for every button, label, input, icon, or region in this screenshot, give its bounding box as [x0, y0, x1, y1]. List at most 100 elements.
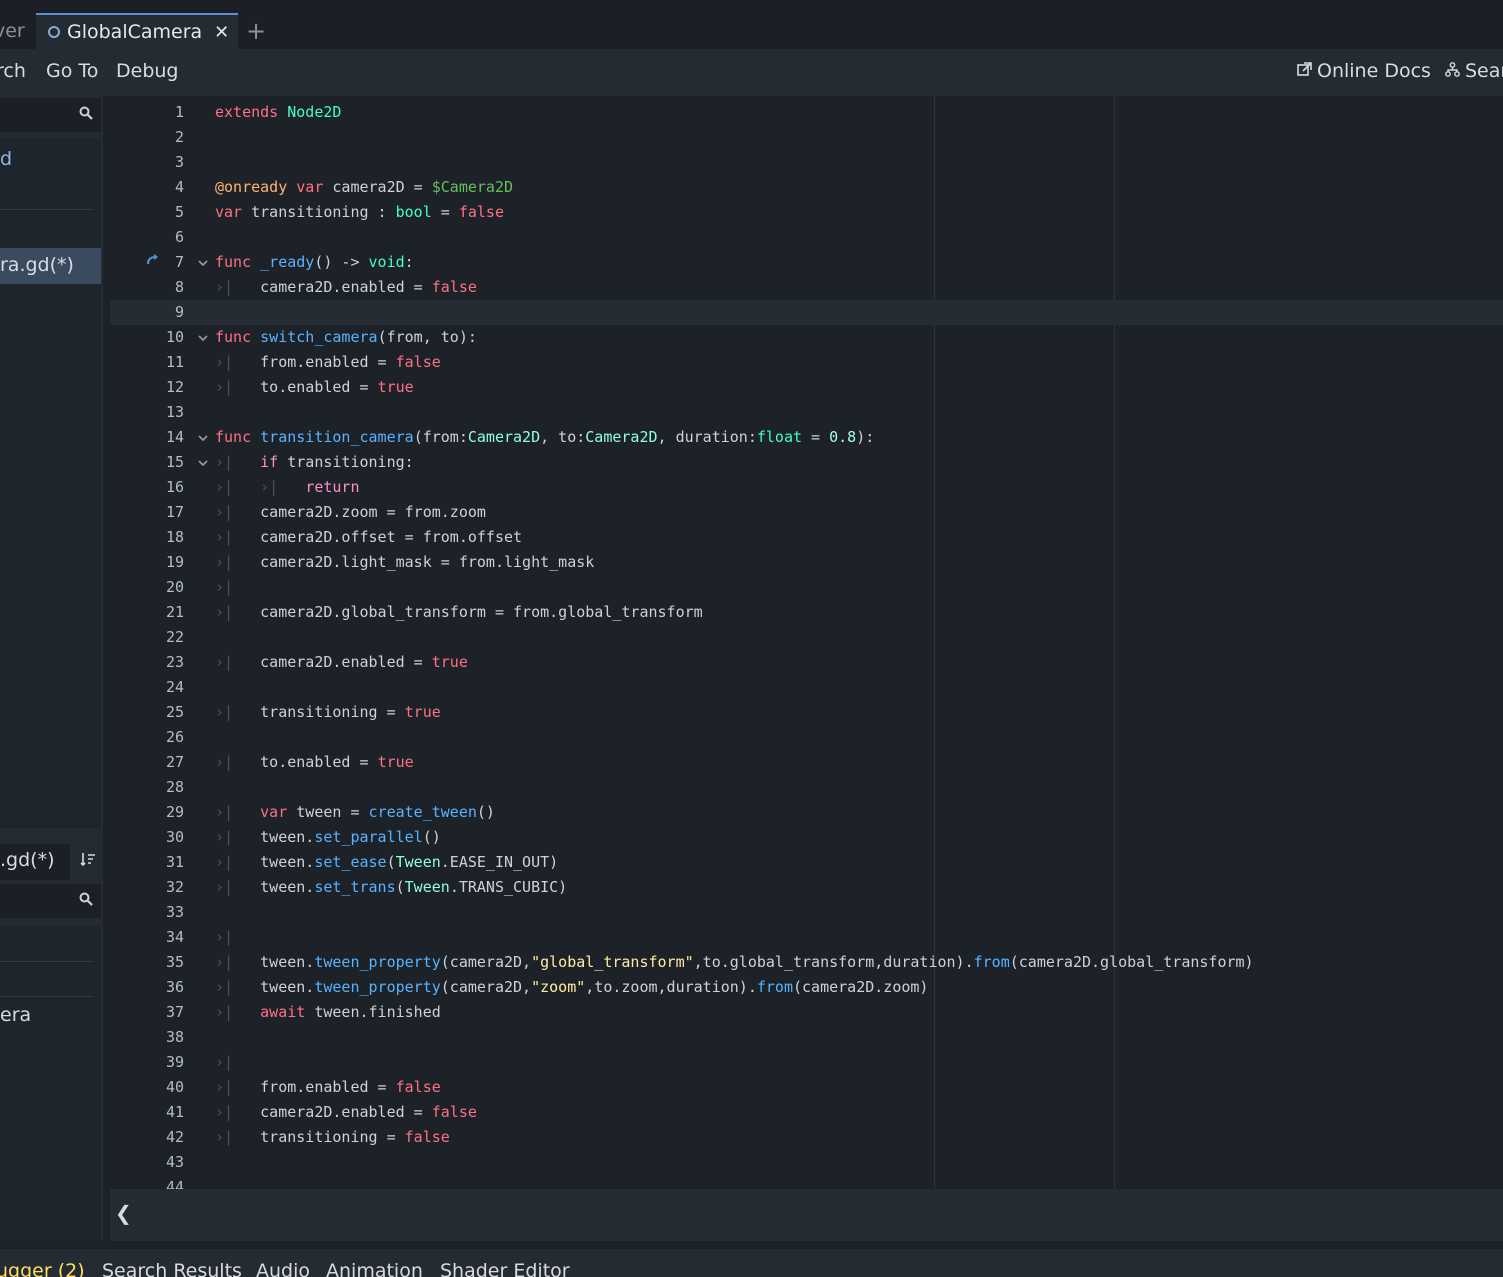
code-text: ›| camera2D.enabled = true [215, 653, 468, 671]
code-line[interactable]: 39 ›| [110, 1050, 1503, 1075]
code-text: ›| tween.set_parallel() [215, 828, 441, 846]
tab-debugger[interactable]: ugger (2) [0, 1260, 85, 1277]
code-line[interactable]: 29 ›| var tween = create_tween() [110, 800, 1503, 825]
list-item[interactable]: d [0, 148, 12, 170]
code-line[interactable]: 2 [110, 125, 1503, 150]
code-line[interactable]: 22 [110, 625, 1503, 650]
window-top-strip [0, 0, 1503, 13]
list-item-selected[interactable]: ra.gd(*) [0, 248, 101, 284]
close-tab-icon[interactable]: ✕ [214, 22, 229, 43]
code-line[interactable]: 19 ›| camera2D.light_mask = from.light_ma… [110, 550, 1503, 575]
code-line[interactable]: 8 ›| camera2D.enabled = false [110, 275, 1503, 300]
code-text: extends Node2D [215, 103, 342, 121]
code-line[interactable]: 40 ›| from.enabled = false [110, 1075, 1503, 1100]
fold-chevron-icon[interactable] [198, 425, 208, 450]
code-text: ›| from.enabled = false [215, 1078, 441, 1096]
code-line[interactable]: 4 @onready var camera2D = $Camera2D [110, 175, 1503, 200]
search-help-button[interactable]: Sear [1445, 60, 1503, 82]
code-line[interactable]: 3 [110, 150, 1503, 175]
code-line[interactable]: 17 ›| camera2D.zoom = from.zoom [110, 500, 1503, 525]
code-line[interactable]: 18 ›| camera2D.offset = from.offset [110, 525, 1503, 550]
code-line[interactable]: 20 ›| [110, 575, 1503, 600]
code-line[interactable]: 28 [110, 775, 1503, 800]
list-separator [0, 996, 93, 997]
line-number: 8 [174, 278, 184, 296]
code-line[interactable]: 36 ›| tween.tween_property(camera2D,"zoom… [110, 975, 1503, 1000]
code-line[interactable]: 10 func switch_camera(from, to): [110, 325, 1503, 350]
code-line[interactable]: 6 [110, 225, 1503, 250]
code-line[interactable]: 25 ›| transitioning = true [110, 700, 1503, 725]
tab-previous-script[interactable]: ver [0, 13, 25, 49]
code-line[interactable]: 35 ›| tween.tween_property(camera2D,"glob… [110, 950, 1503, 975]
line-number: 27 [165, 753, 184, 771]
code-text: ›| tween.tween_property(camera2D,"zoom",… [215, 978, 929, 996]
filter-scripts-input[interactable] [0, 98, 101, 132]
code-line[interactable]: 33 [110, 900, 1503, 925]
code-text: ›| to.enabled = true [215, 378, 414, 396]
code-text: ›| tween.set_ease(Tween.EASE_IN_OUT) [215, 853, 559, 871]
line-number: 26 [165, 728, 184, 746]
online-docs-button[interactable]: Online Docs [1297, 60, 1431, 82]
fold-chevron-icon[interactable] [198, 450, 208, 475]
line-number: 38 [165, 1028, 184, 1046]
menu-search[interactable]: rch [0, 60, 26, 82]
code-line[interactable]: 11 ›| from.enabled = false [110, 350, 1503, 375]
line-number: 9 [174, 303, 184, 321]
code-text: ›| await tween.finished [215, 1003, 441, 1021]
code-line[interactable]: 26 [110, 725, 1503, 750]
list-item[interactable]: era [0, 1004, 31, 1026]
chevron-left-icon[interactable]: ❮ [115, 1201, 132, 1225]
code-text: ›| [215, 928, 234, 946]
code-line[interactable]: 30 ›| tween.set_parallel() [110, 825, 1503, 850]
tab-shader-editor[interactable]: Shader Editor [440, 1260, 570, 1277]
line-number: 5 [174, 203, 184, 221]
code-line[interactable]: 1 extends Node2D [110, 100, 1503, 125]
code-line[interactable]: 38 [110, 1025, 1503, 1050]
code-line[interactable]: 42 ›| transitioning = false [110, 1125, 1503, 1150]
code-line[interactable]: 27 ›| to.enabled = true [110, 750, 1503, 775]
line-number: 29 [165, 803, 184, 821]
code-line[interactable]: 21 ›| camera2D.global_transform = from.gl… [110, 600, 1503, 625]
line-number: 28 [165, 778, 184, 796]
menu-debug[interactable]: Debug [116, 60, 178, 82]
code-line[interactable]: 31 ›| tween.set_ease(Tween.EASE_IN_OUT) [110, 850, 1503, 875]
menu-go-to[interactable]: Go To [46, 60, 98, 82]
line-number: 42 [165, 1128, 184, 1146]
line-number: 15 [165, 453, 184, 471]
code-line[interactable]: 43 [110, 1150, 1503, 1175]
code-line[interactable]: 15 ›| if transitioning: [110, 450, 1503, 475]
code-line[interactable]: 44 [110, 1175, 1503, 1189]
code-line[interactable]: 5 var transitioning : bool = false [110, 200, 1503, 225]
code-line[interactable]: 37 ›| await tween.finished [110, 1000, 1503, 1025]
external-link-icon [1297, 61, 1312, 81]
code-line[interactable]: 12 ›| to.enabled = true [110, 375, 1503, 400]
code-line[interactable]: 14 func transition_camera(from:Camera2D, … [110, 425, 1503, 450]
code-line[interactable]: 24 [110, 675, 1503, 700]
code-text: @onready var camera2D = $Camera2D [215, 178, 514, 196]
filter-methods-input[interactable] [0, 884, 101, 918]
list-separator [0, 961, 93, 962]
code-line[interactable]: 16 ›| ›| return [110, 475, 1503, 500]
search-icon [79, 892, 93, 910]
line-number: 18 [165, 528, 184, 546]
sort-icon[interactable] [80, 851, 96, 871]
fold-chevron-icon[interactable] [198, 250, 208, 275]
bottom-panel-tabs: ugger (2) Search Results Audio Animation… [0, 1249, 1503, 1277]
tab-globalcamera[interactable]: GlobalCamera ✕ [36, 13, 238, 49]
code-line[interactable]: 34 ›| [110, 925, 1503, 950]
tab-animation[interactable]: Animation [326, 1260, 423, 1277]
code-line[interactable]: 13 [110, 400, 1503, 425]
code-line[interactable]: 9 [110, 300, 1503, 325]
code-line[interactable]: 32 ›| tween.set_trans(Tween.TRANS_CUBIC) [110, 875, 1503, 900]
code-line[interactable]: 7 func _ready() -> void: [110, 250, 1503, 275]
tab-search-results[interactable]: Search Results [102, 1260, 242, 1277]
fold-chevron-icon[interactable] [198, 325, 208, 350]
add-tab-icon[interactable]: + [246, 17, 266, 45]
code-line[interactable]: 41 ›| camera2D.enabled = false [110, 1100, 1503, 1125]
code-editor[interactable]: 1 extends Node2D 2 3 4 @onready var camera2D … [110, 96, 1503, 1189]
tab-audio[interactable]: Audio [256, 1260, 310, 1277]
code-line[interactable]: 23 ›| camera2D.enabled = true [110, 650, 1503, 675]
online-docs-label: Online Docs [1317, 60, 1431, 82]
code-text: ›| camera2D.light_mask = from.light_mask [215, 553, 595, 571]
line-number: 4 [174, 178, 184, 196]
